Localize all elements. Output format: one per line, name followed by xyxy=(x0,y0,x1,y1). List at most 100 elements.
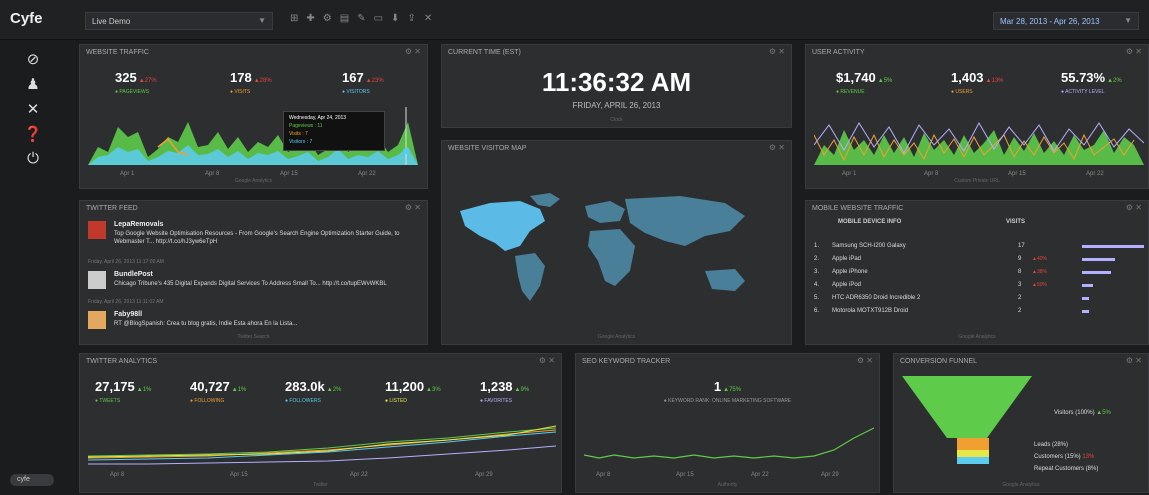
row-rank: 2. xyxy=(814,256,820,262)
gear-icon[interactable]: ⚙ ✕ xyxy=(405,203,421,212)
row-change: ▲50% xyxy=(1032,282,1047,288)
gear-icon[interactable]: ⚙ ✕ xyxy=(857,356,873,365)
keyword-rank-line xyxy=(584,427,874,459)
date-range-select[interactable]: Mar 28, 2013 - Apr 26, 2013 ▼ xyxy=(993,12,1139,30)
world-map[interactable] xyxy=(450,191,785,311)
row-device: Motorola MOTXT912B Droid xyxy=(832,308,909,314)
row-rank: 6. xyxy=(814,308,820,314)
metric-label: ● VISITORS xyxy=(342,89,370,95)
top-bar: Cyfe Live Demo ▼ ⊞ ✚ ⚙ ▤ ✎ ▭ ⬇ ⇪ ✕ Mar 2… xyxy=(0,0,1149,40)
row-visits: 2 xyxy=(1018,308,1022,314)
metric-change: ▲75% xyxy=(723,387,742,393)
tools-icon[interactable]: ✕ xyxy=(23,100,43,120)
metric-value: 178 xyxy=(230,70,252,85)
x-tick: Apr 22 xyxy=(751,472,769,478)
tweet-author[interactable]: LepaRemovals xyxy=(114,221,163,228)
row-device: Apple iPad xyxy=(832,256,862,262)
leads-stage xyxy=(957,438,989,450)
row-rank: 5. xyxy=(814,295,820,301)
table-row[interactable]: 4. Apple iPod 3 ▲50% xyxy=(814,282,1149,295)
widget-footer: Google Analytics xyxy=(1002,482,1040,488)
row-bar xyxy=(1082,310,1090,313)
seo-metric: 1 ▲75% ● KEYWORD RANK: ONLINE MARKETING S… xyxy=(576,378,879,404)
seo-tracker-widget: SEO KEYWORD TRACKER ⚙ ✕ 1 ▲75% ● KEYWORD … xyxy=(575,353,880,493)
twitter-feed-widget: TWITTER FEED ⚙ ✕ LepaRemovals Top Google… xyxy=(79,200,428,345)
power-icon[interactable]: ⏻ xyxy=(23,150,43,170)
x-tick: Apr 29 xyxy=(475,472,493,478)
metric-change: ▲27% xyxy=(138,78,157,84)
metric-label: ● REVENUE xyxy=(836,89,865,95)
funnel-label-customers: Customers (15%) 13% xyxy=(1034,454,1094,460)
brand-logo[interactable]: Cyfe xyxy=(10,10,43,27)
tooltip-pageviews: Pageviews : 11 xyxy=(289,123,323,129)
twitter-chart xyxy=(88,425,556,465)
metric-change: ▲1% xyxy=(136,387,152,393)
x-tick: Apr 1 xyxy=(120,171,135,177)
mobile-traffic-widget: MOBILE WEBSITE TRAFFIC ⚙ ✕ MOBILE DEVICE… xyxy=(805,200,1149,345)
metric-following: 40,727 ▲1% ● FOLLOWING xyxy=(190,378,246,404)
column-header: MOBILE DEVICE INFO xyxy=(838,219,902,225)
gear-icon[interactable]: ⚙ ✕ xyxy=(1126,203,1142,212)
seo-chart xyxy=(584,427,874,459)
widget-title: SEO KEYWORD TRACKER xyxy=(582,358,671,365)
funnel-label-leads: Leads (28%) xyxy=(1034,442,1069,448)
metric-activity-level: 55.73% ▲2% ● ACTIVITY LEVEL xyxy=(1061,69,1122,95)
tooltip-visits: Visits : 7 xyxy=(289,131,308,137)
gear-icon[interactable]: ⚙ ✕ xyxy=(1126,47,1142,56)
table-row[interactable]: 6. Motorola MOTXT912B Droid 2 xyxy=(814,308,1149,321)
grid-icon[interactable]: ⊞ xyxy=(290,13,298,24)
avatar xyxy=(88,271,106,289)
gear-icon[interactable]: ⚙ ✕ xyxy=(769,143,785,152)
metric-value: 11,200 xyxy=(385,379,425,394)
metric-label: ● FOLLOWERS xyxy=(285,398,321,404)
help-icon[interactable]: ❓ xyxy=(23,125,43,145)
dashboard-icon[interactable]: ⊘ xyxy=(23,50,43,70)
widget-footer: Twitter xyxy=(313,482,328,488)
tweet-text: Chicago Tribune's 435 Digital Expands Di… xyxy=(114,281,387,287)
metric-change: ▲1% xyxy=(231,387,247,393)
row-device: Samsung SCH-I200 Galaxy xyxy=(832,243,906,249)
table-row[interactable]: 1. Samsung SCH-I200 Galaxy 17 xyxy=(814,243,1149,256)
gear-icon[interactable]: ⚙ ✕ xyxy=(769,47,785,56)
user-icon[interactable]: ♟ xyxy=(23,75,43,95)
asia xyxy=(625,196,745,246)
tweet-author[interactable]: BundlePost xyxy=(114,271,153,278)
activity-chart xyxy=(814,121,1144,165)
add-icon[interactable]: ✚ xyxy=(306,13,314,24)
widget-footer: Authority xyxy=(717,482,738,488)
metric-value: 1,403 xyxy=(951,70,984,85)
widget-header: TWITTER FEED ⚙ ✕ xyxy=(80,201,427,215)
visitors-stage xyxy=(902,376,1032,438)
metric-value: 167 xyxy=(342,70,364,85)
table-row[interactable]: 3. Apple iPhone 8 ▲38% xyxy=(814,269,1149,282)
sidebar: ⊘ ♟ ✕ ❓ ⏻ xyxy=(0,40,64,495)
share-icon[interactable]: ⇪ xyxy=(407,13,415,24)
export-icon[interactable]: ▤ xyxy=(340,13,349,24)
gear-icon[interactable]: ⚙ ✕ xyxy=(539,356,555,365)
gear-icon[interactable]: ⚙ ✕ xyxy=(1126,356,1142,365)
comment-icon[interactable]: ▭ xyxy=(374,13,383,24)
widget-header: TWITTER ANALYTICS ⚙ ✕ xyxy=(80,354,561,368)
metric-label: ● FOLLOWING xyxy=(190,398,225,404)
tweet-text: Top Google Website Optimisation Resource… xyxy=(114,231,400,245)
table-row[interactable]: 5. HTC ADR6350 Droid Incredible 2 2 xyxy=(814,295,1149,308)
cyfe-badge[interactable]: cyfe xyxy=(10,474,54,486)
current-time-widget: CURRENT TIME (EST) ⚙ ✕ 11:36:32 AM FRIDA… xyxy=(441,44,792,128)
dashboard-select[interactable]: Live Demo ▼ xyxy=(85,12,273,30)
download-icon[interactable]: ⬇ xyxy=(391,13,399,24)
edit-icon[interactable]: ✎ xyxy=(357,13,365,24)
x-tick: Apr 15 xyxy=(280,171,298,177)
gear-icon[interactable]: ⚙ ✕ xyxy=(405,47,421,56)
metric-change: ▲13% xyxy=(985,78,1004,84)
metric-change: ▲9% xyxy=(514,387,530,393)
widget-footer: Google Analytics xyxy=(958,334,996,340)
metric-value: 1 xyxy=(713,379,722,394)
close-icon[interactable]: ✕ xyxy=(424,13,432,24)
metric-change: ▲3% xyxy=(426,387,441,393)
australia xyxy=(705,269,745,291)
settings-icon[interactable]: ⚙ xyxy=(323,13,332,24)
table-row[interactable]: 2. Apple iPad 9 ▲40% xyxy=(814,256,1149,269)
x-tick: Apr 8 xyxy=(110,472,125,478)
tweet-author[interactable]: Faby98ll xyxy=(114,311,142,318)
tooltip-point[interactable] xyxy=(403,148,409,154)
